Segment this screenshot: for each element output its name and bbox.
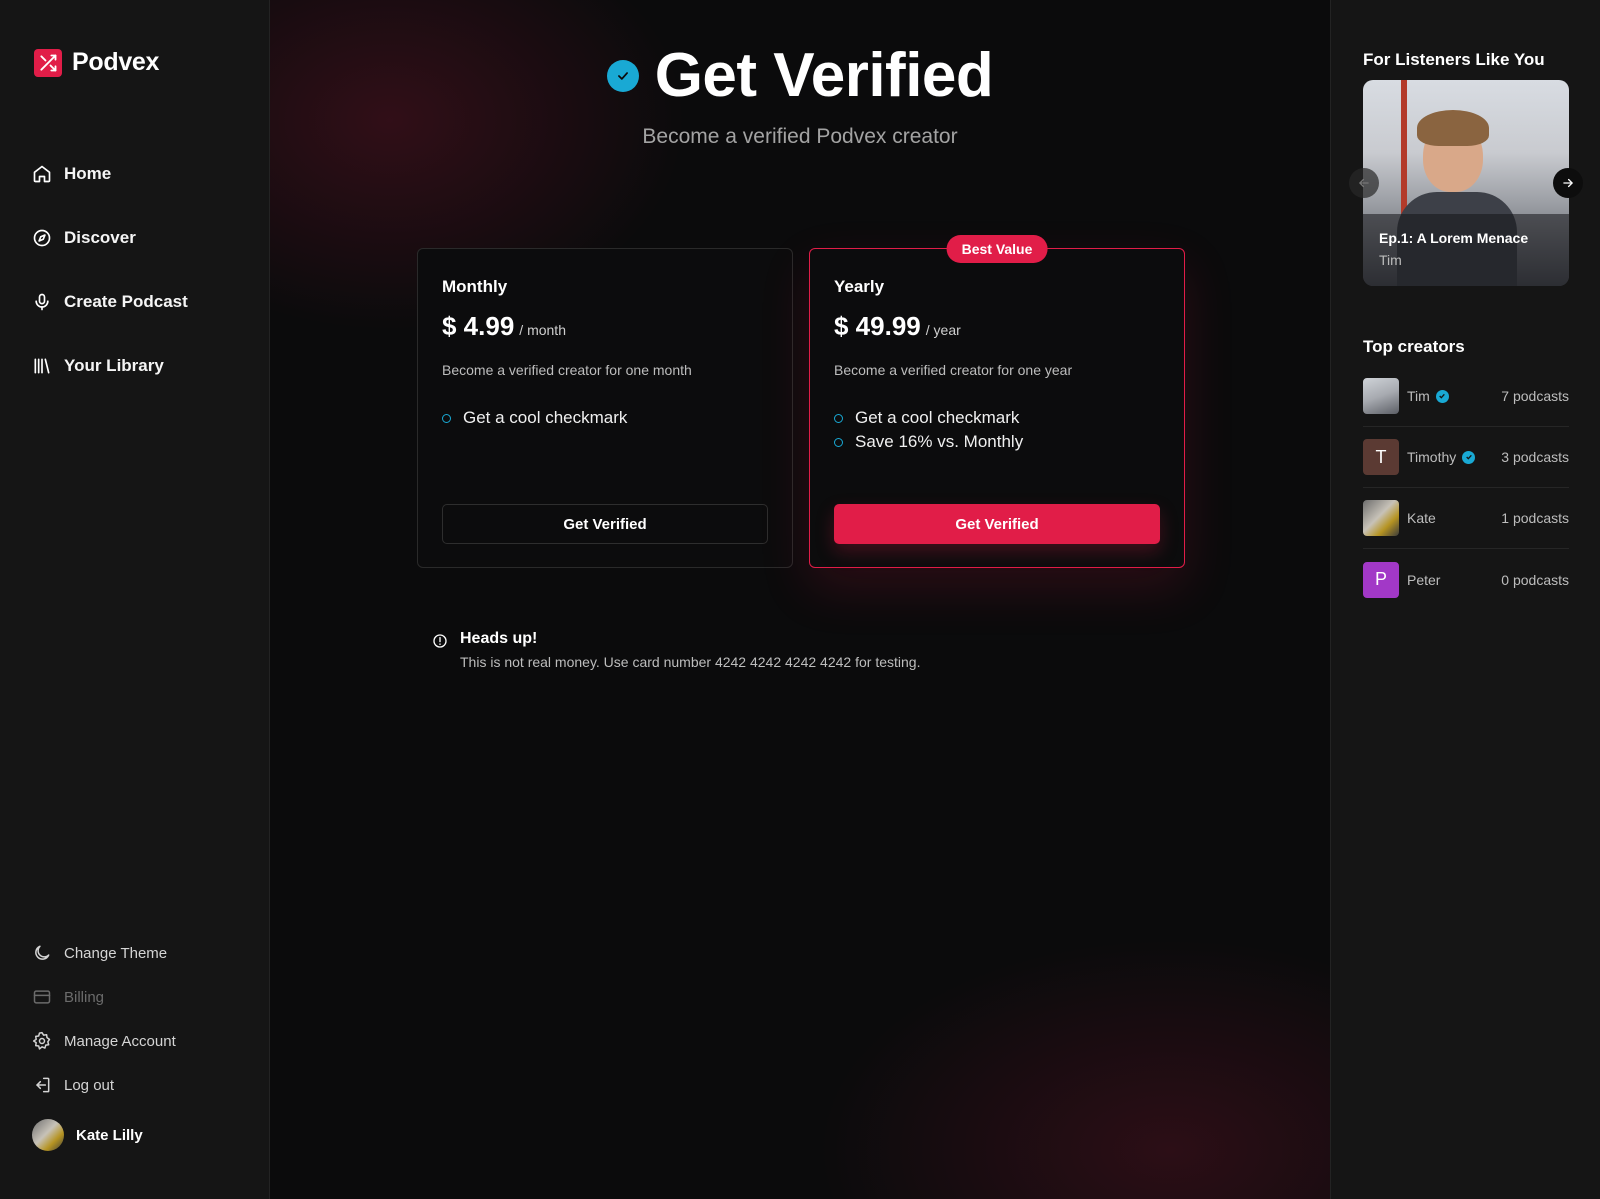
alert-text: This is not real money. Use card number … <box>460 654 921 670</box>
app-name: Podvex <box>72 48 160 76</box>
creator-name: Peter <box>1407 571 1441 588</box>
avatar <box>1363 378 1399 414</box>
feature-item: Save 16% vs. Monthly <box>834 430 1160 454</box>
bullet-icon <box>834 413 843 423</box>
plan-period: / year <box>925 322 961 338</box>
list-item[interactable]: P Peter 0 podcasts <box>1363 549 1569 610</box>
episode-author: Tim <box>1379 252 1402 268</box>
nav-item-your-library[interactable]: Your Library <box>32 334 188 398</box>
plan-period: / month <box>519 322 566 338</box>
logout-item[interactable]: Log out <box>32 1063 176 1107</box>
avatar <box>32 1119 64 1151</box>
hero: Get Verified Become a verified Podvex cr… <box>270 40 1330 149</box>
plan-name: Yearly <box>834 277 885 296</box>
logo[interactable]: Podvex <box>34 48 159 77</box>
photo-person-hair <box>1417 110 1489 146</box>
change-theme-item[interactable]: Change Theme <box>32 931 176 975</box>
verified-icon <box>1435 389 1449 403</box>
plan-price: $ 4.99 <box>442 311 515 341</box>
episode-info: Ep.1: A Lorem Menace Tim <box>1363 214 1569 286</box>
compass-icon <box>33 229 51 247</box>
feature-list: Get a cool checkmark Save 16% vs. Monthl… <box>834 406 1160 454</box>
manage-account-item[interactable]: Manage Account <box>32 1019 176 1063</box>
list-item[interactable]: T Timothy 3 podcasts <box>1363 427 1569 488</box>
creators-list: Tim 7 podcasts T Timothy 3 podcasts Kate… <box>1363 366 1569 610</box>
plan-name: Monthly <box>442 277 508 296</box>
carousel-prev-button[interactable] <box>1349 168 1379 198</box>
creator-name: Timothy <box>1407 449 1457 465</box>
bullet-icon <box>834 437 843 447</box>
avatar: T <box>1363 439 1399 475</box>
library-icon <box>34 358 50 374</box>
creator-name: Kate <box>1407 510 1436 526</box>
plan-card-yearly: Best Value Yearly $ 49.99 / year Become … <box>809 235 1185 568</box>
get-verified-yearly-button[interactable]: Get Verified <box>834 504 1160 544</box>
arrow-left-icon <box>1359 178 1369 188</box>
logout-icon <box>36 1077 50 1093</box>
list-item[interactable]: Tim 7 podcasts <box>1363 366 1569 427</box>
arrow-right-icon <box>1563 178 1573 188</box>
podcast-count: 1 podcasts <box>1501 510 1569 526</box>
avatar <box>1363 500 1399 536</box>
podcast-count: 7 podcasts <box>1501 388 1569 404</box>
best-value-badge: Best Value <box>946 235 1048 263</box>
bullet-icon <box>442 413 451 423</box>
verified-icon <box>1462 450 1476 464</box>
menu-label: Change Theme <box>64 944 168 962</box>
nav-item-create-podcast[interactable]: Create Podcast <box>32 270 188 334</box>
podcast-count: 0 podcasts <box>1501 571 1569 588</box>
nav-label: Create Podcast <box>64 292 188 311</box>
avatar: P <box>1363 561 1399 598</box>
main-content: Get Verified Become a verified Podvex cr… <box>270 0 1330 1199</box>
photo-background <box>1401 80 1407 220</box>
nav-item-discover[interactable]: Discover <box>32 206 188 270</box>
plan-description: Become a verified creator for one year <box>834 362 1073 378</box>
main-nav: Home Discover Create Podcast Your Librar… <box>32 142 188 398</box>
credit-card-icon <box>33 990 51 1004</box>
bottom-menu: Change Theme Billing Manage Account Log … <box>32 931 176 1107</box>
carousel-next-button[interactable] <box>1553 168 1583 198</box>
featured-episode-card[interactable]: Ep.1: A Lorem Menace Tim <box>1363 80 1569 286</box>
shuffle-logo-icon <box>34 48 62 77</box>
info-circle-icon <box>433 634 447 648</box>
top-creators-title: Top creators <box>1363 337 1465 356</box>
creator-name: Tim <box>1407 388 1430 404</box>
menu-label: Manage Account <box>64 1032 176 1050</box>
right-panel: For Listeners Like You Ep.1: A Lorem Men… <box>1330 0 1600 1199</box>
list-item[interactable]: Kate 1 podcasts <box>1363 488 1569 549</box>
feature-label: Get a cool checkmark <box>855 408 1020 427</box>
nav-label: Discover <box>64 228 136 247</box>
user-name: Kate Lilly <box>76 1126 143 1144</box>
feature-item: Get a cool checkmark <box>442 406 768 430</box>
verified-check-icon <box>606 59 639 92</box>
nav-item-home[interactable]: Home <box>32 142 188 206</box>
feature-list: Get a cool checkmark <box>442 406 768 430</box>
episode-title: Ep.1: A Lorem Menace <box>1379 230 1529 246</box>
page-title: Get Verified <box>654 41 994 110</box>
nav-label: Home <box>64 164 112 183</box>
listeners-title: For Listeners Like You <box>1363 50 1545 69</box>
user-profile[interactable]: Kate Lilly <box>32 1119 143 1151</box>
page-subtitle: Become a verified Podvex creator <box>642 125 958 148</box>
moon-icon <box>35 945 50 960</box>
home-icon <box>33 165 51 183</box>
alert-title: Heads up! <box>460 630 538 647</box>
plan-card-monthly: Monthly $ 4.99 / month Become a verified… <box>417 248 793 568</box>
menu-label: Billing <box>64 988 105 1006</box>
feature-item: Get a cool checkmark <box>834 406 1160 430</box>
nav-label: Your Library <box>64 356 164 375</box>
sidebar: Podvex Home Discover Create Podcast Your… <box>0 0 270 1199</box>
billing-item[interactable]: Billing <box>32 975 176 1019</box>
test-mode-alert: Heads up! This is not real money. Use ca… <box>432 630 920 670</box>
plan-description: Become a verified creator for one month <box>442 362 692 378</box>
menu-label: Log out <box>64 1076 115 1094</box>
feature-label: Save 16% vs. Monthly <box>855 432 1024 451</box>
plan-price: $ 49.99 <box>834 311 921 341</box>
microphone-icon <box>35 293 49 311</box>
gear-icon <box>32 1031 51 1050</box>
feature-label: Get a cool checkmark <box>463 408 628 427</box>
podcast-count: 3 podcasts <box>1501 449 1569 465</box>
get-verified-monthly-button[interactable]: Get Verified <box>442 504 768 544</box>
